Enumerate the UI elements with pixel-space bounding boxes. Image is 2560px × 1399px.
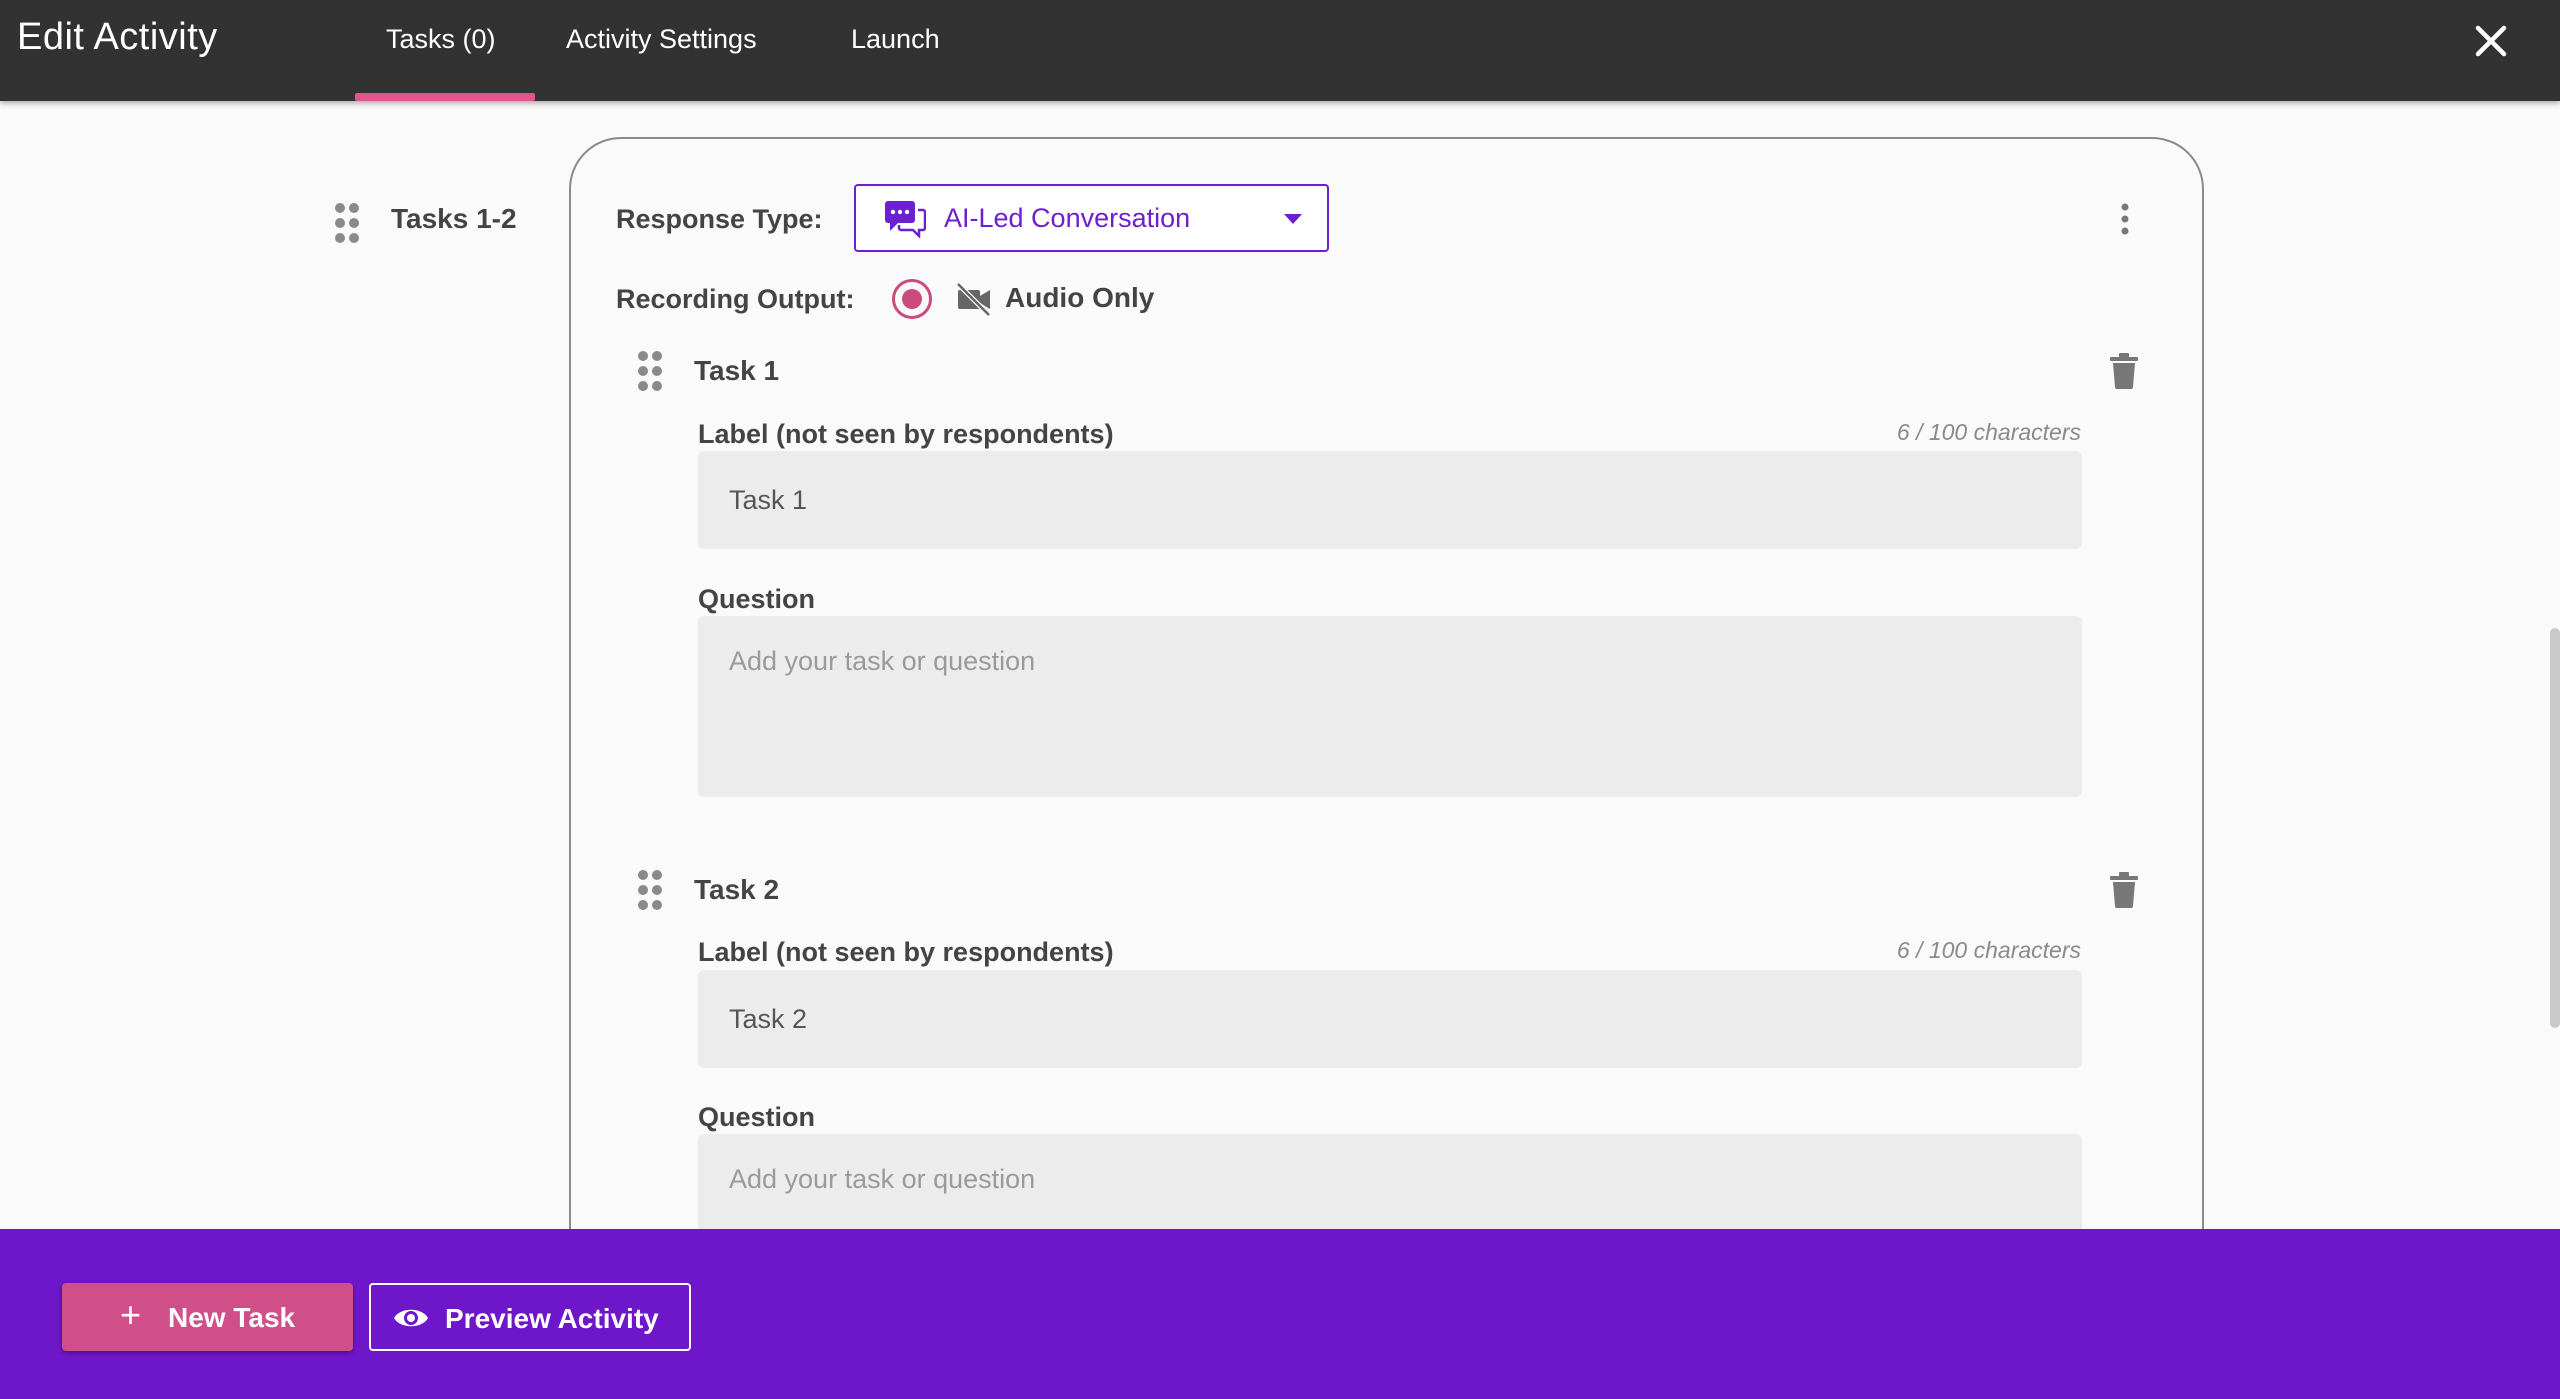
task-label-caption: Label (not seen by respondents) [698,937,1114,967]
bottom-action-bar: + New Task Preview Activity [0,1229,2560,1399]
recording-output-value: Audio Only [1005,282,1155,313]
chat-bubbles-icon [885,201,926,238]
preview-activity-button[interactable]: Preview Activity [369,1283,691,1351]
close-icon[interactable] [2470,20,2512,62]
more-vertical-icon[interactable] [2115,202,2135,236]
page-title: Edit Activity [17,16,218,58]
task-label-caption: Label (not seen by respondents) [698,419,1114,449]
recording-output-label: Recording Output: [616,284,855,314]
tab-launch[interactable]: Launch [851,24,940,55]
eye-icon [394,1309,428,1327]
active-tab-indicator [355,93,535,101]
top-bar: Edit Activity Tasks (0) Activity Setting… [0,0,2560,101]
task-title: Task 2 [694,874,780,905]
drag-handle-icon[interactable] [636,350,664,392]
response-type-select[interactable]: AI-Led Conversation [854,184,1329,252]
recording-output-radio[interactable] [892,279,932,319]
question-caption: Question [698,584,816,614]
response-type-value: AI-Led Conversation [944,203,1191,233]
new-task-button[interactable]: + New Task [62,1283,353,1351]
task-title: Task 1 [694,355,780,386]
trash-icon[interactable] [2109,353,2139,389]
char-count: 6 / 100 characters [1896,419,2081,445]
scrollbar[interactable] [2550,628,2560,1028]
response-type-label: Response Type: [616,204,823,234]
char-count: 6 / 100 characters [1896,937,2081,963]
task-group-label: Tasks 1-2 [391,203,517,234]
question-input[interactable]: Add your task or question [698,616,2082,797]
drag-handle-icon[interactable] [636,869,664,911]
new-task-label: New Task [168,1302,296,1333]
task-label-input[interactable]: Task 1 [698,451,2082,549]
plus-icon: + [120,1294,142,1335]
tab-tasks[interactable]: Tasks (0) [386,24,496,55]
drag-handle-icon[interactable] [333,202,361,244]
chevron-down-icon [1284,214,1302,224]
trash-icon[interactable] [2109,872,2139,908]
task-label-input[interactable]: Task 2 [698,970,2082,1068]
preview-activity-label: Preview Activity [445,1303,659,1334]
video-off-icon [956,282,991,317]
tab-activity-settings[interactable]: Activity Settings [566,24,757,55]
question-caption: Question [698,1102,816,1132]
